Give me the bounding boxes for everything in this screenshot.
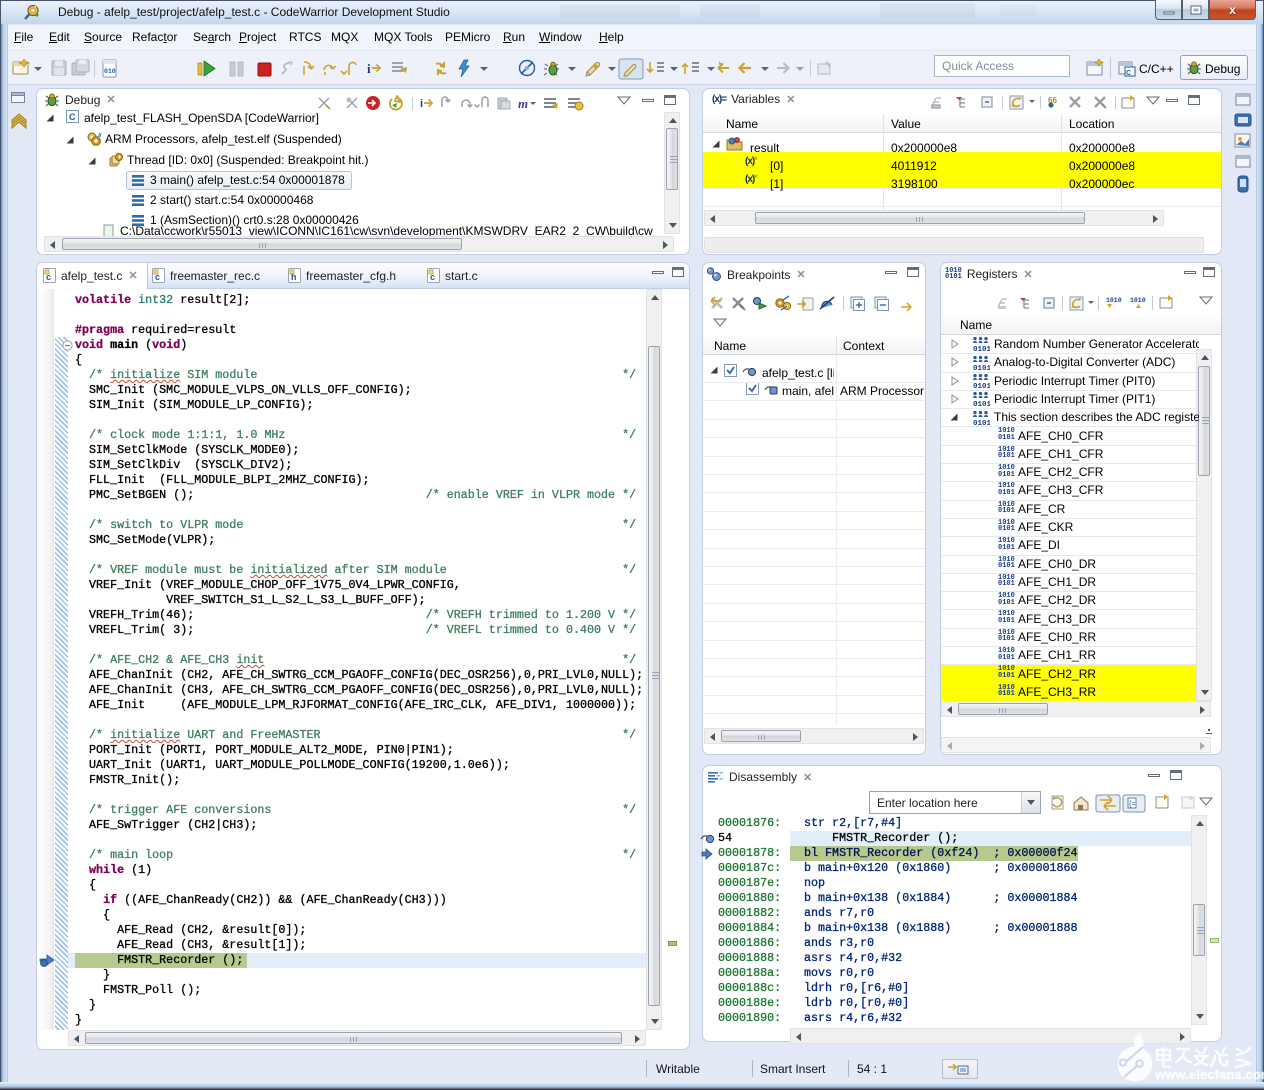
svg-text:i: i <box>367 61 371 76</box>
svg-text:010: 010 <box>104 68 116 75</box>
svg-text:c: c <box>430 272 435 282</box>
svg-text:1010: 1010 <box>1106 297 1122 304</box>
svg-text:c: c <box>46 272 51 282</box>
svg-text:i: i <box>420 98 423 110</box>
svg-text:m: m <box>518 96 528 111</box>
svg-text:c: c <box>155 272 160 282</box>
svg-text:h: h <box>291 272 297 282</box>
svg-text:1010: 1010 <box>1130 297 1146 304</box>
svg-text:{=: {= <box>1129 801 1135 808</box>
svg-text:C: C <box>1126 70 1131 77</box>
